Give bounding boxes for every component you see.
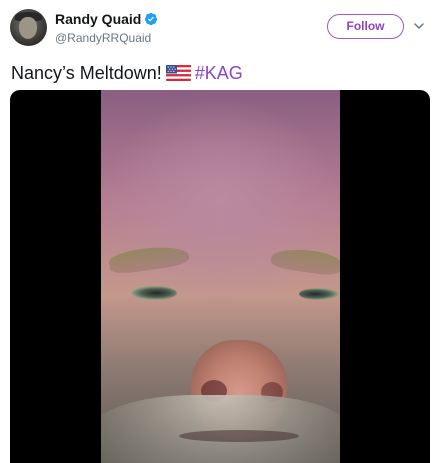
video-brow-left: [107, 242, 191, 276]
avatar-face: [19, 17, 37, 39]
author-display-name[interactable]: Randy Quaid: [55, 11, 141, 28]
video-brow-right: [269, 245, 340, 277]
hashtag-link[interactable]: #KAG: [195, 63, 243, 83]
author-handle[interactable]: @RandyRRQuaid: [55, 30, 158, 46]
video-beard: [101, 395, 340, 463]
us-flag-icon: [165, 65, 191, 81]
video-mouth: [179, 430, 299, 442]
tweet-card: Randy Quaid @RandyRRQuaid Follow Nancy’s…: [0, 0, 438, 463]
video-eye-right: [299, 288, 339, 300]
author-info: Randy Quaid @RandyRRQuaid: [55, 11, 158, 46]
verified-badge-icon: [145, 12, 158, 26]
follow-button[interactable]: Follow: [327, 14, 404, 39]
avatar[interactable]: [10, 9, 47, 46]
tweet-text-body: Nancy’s Meltdown!: [11, 63, 162, 83]
video-player[interactable]: [10, 90, 430, 463]
video-eye-left: [131, 286, 177, 300]
chevron-down-icon[interactable]: [414, 21, 424, 31]
video-frame: [101, 90, 340, 463]
tweet-text: Nancy’s Meltdown! #KAG: [11, 61, 243, 85]
